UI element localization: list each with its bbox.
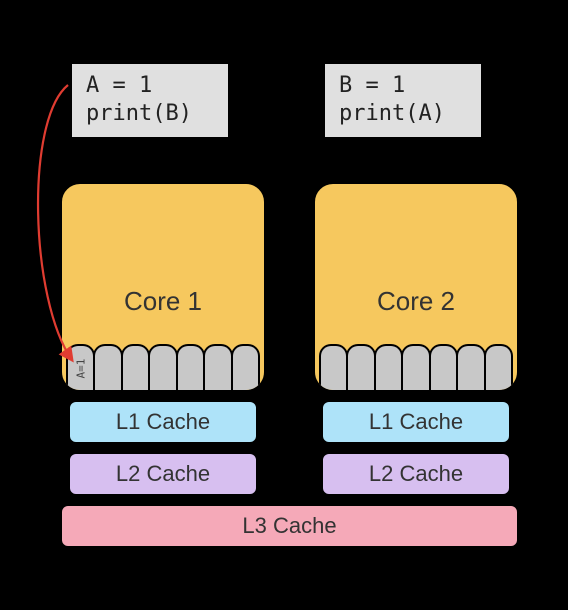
store-buffer-cell: [319, 344, 348, 390]
store-buffer-cell: A=1: [66, 344, 95, 390]
store-buffer-cell: [231, 344, 260, 390]
l2-cache-right: L2 Cache: [321, 452, 511, 496]
code-box-right: B = 1 print(A): [323, 62, 483, 139]
l1-cache-left: L1 Cache: [68, 400, 258, 444]
store-buffer-cell: [456, 344, 485, 390]
code-right-line1: B = 1: [339, 73, 405, 98]
l3-cache: L3 Cache: [60, 504, 519, 548]
core-1-store-buffer: A=1: [62, 342, 264, 390]
store-buffer-entry: A=1: [74, 358, 87, 378]
core-2-store-buffer: [315, 342, 517, 390]
core-1-label: Core 1: [124, 286, 202, 317]
store-buffer-cell: [203, 344, 232, 390]
code-right-line2: print(A): [339, 101, 445, 126]
store-buffer-cell: [429, 344, 458, 390]
l2-cache-left: L2 Cache: [68, 452, 258, 496]
code-box-left: A = 1 print(B): [70, 62, 230, 139]
code-left-line1: A = 1: [86, 73, 152, 98]
store-buffer-cell: [346, 344, 375, 390]
core-2: Core 2: [313, 182, 519, 392]
store-buffer-cell: [121, 344, 150, 390]
store-buffer-cell: [401, 344, 430, 390]
core-1: Core 1 A=1: [60, 182, 266, 392]
store-buffer-cell: [93, 344, 122, 390]
store-buffer-cell: [176, 344, 205, 390]
store-buffer-cell: [374, 344, 403, 390]
diagram-stage: A = 1 print(B) B = 1 print(A) Core 1 A=1…: [0, 0, 568, 610]
l1-cache-right: L1 Cache: [321, 400, 511, 444]
store-buffer-cell: [484, 344, 513, 390]
core-2-label: Core 2: [377, 286, 455, 317]
code-left-line2: print(B): [86, 101, 192, 126]
store-buffer-cell: [148, 344, 177, 390]
